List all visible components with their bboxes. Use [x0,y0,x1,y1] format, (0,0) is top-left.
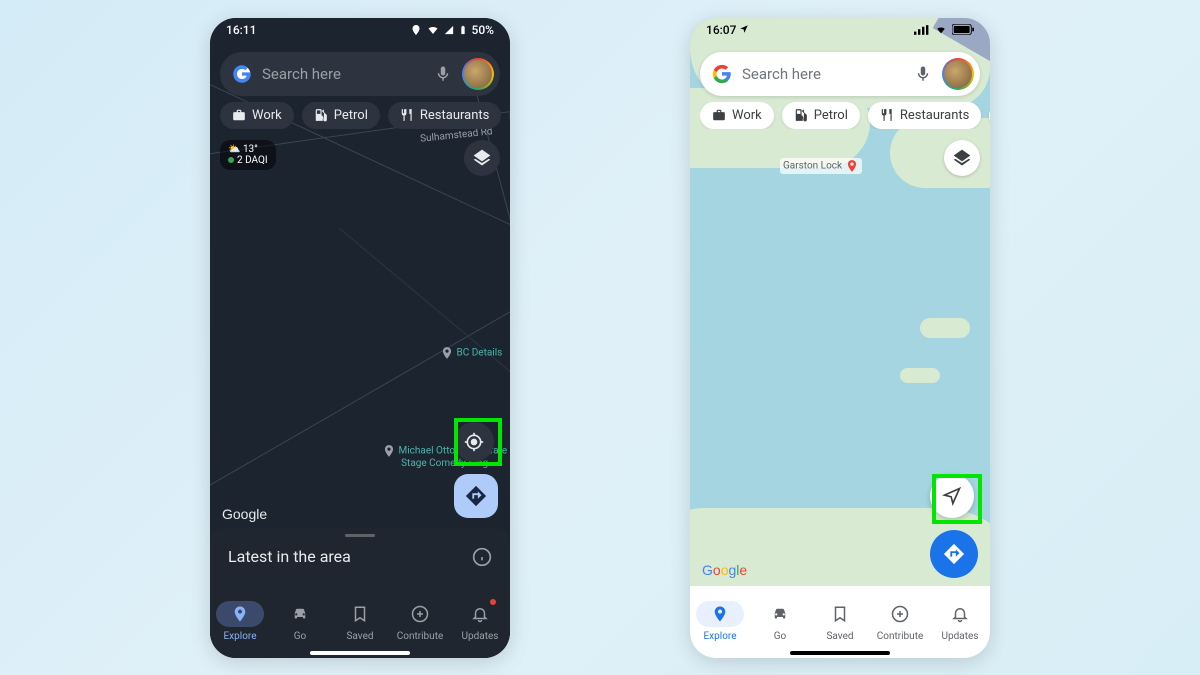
home-indicator[interactable] [790,651,890,655]
location-icon [410,24,422,36]
google-attribution: Google [222,506,267,522]
nav-go[interactable]: Go [756,601,804,642]
nav-explore[interactable]: Explore [216,601,264,642]
map-poi-label[interactable]: Garston Lock [780,158,862,174]
chip-groceries[interactable]: Groce [509,102,510,129]
restaurant-icon [880,108,894,122]
bell-icon [471,605,489,623]
nav-updates[interactable]: Updates [456,601,504,642]
tutorial-highlight [932,474,982,524]
drag-handle[interactable] [345,534,375,537]
chip-groceries[interactable]: Groce [989,102,990,129]
car-icon [291,605,309,623]
profile-avatar[interactable] [462,58,494,90]
category-chips: Work Petrol Restaurants Groce [220,102,510,129]
google-logo-icon [712,64,732,84]
search-bar[interactable]: Search here [700,52,980,96]
layers-button[interactable] [464,140,500,176]
bottom-nav: Explore Go Saved Contribute Updates [210,586,510,658]
fuel-icon [314,108,328,122]
briefcase-icon [232,108,246,122]
nav-explore[interactable]: Explore [696,601,744,642]
battery-icon [952,24,974,35]
directions-icon [943,543,965,565]
directions-button[interactable] [454,474,498,518]
nav-saved[interactable]: Saved [336,601,384,642]
nav-saved[interactable]: Saved [816,601,864,642]
nav-contribute[interactable]: Contribute [396,601,444,642]
info-icon[interactable] [472,547,492,567]
map-poi-label[interactable]: BC Details [440,346,502,360]
nav-contribute[interactable]: Contribute [876,601,924,642]
weather-widget[interactable]: ⛅ 13° 2 DAQI [220,140,276,170]
status-time: 16:07 [706,23,749,37]
nav-updates[interactable]: Updates [936,601,984,642]
tutorial-highlight [454,418,502,466]
wifi-icon [426,24,440,36]
chip-work[interactable]: Work [700,102,774,129]
phone-android-dark: Sulhamstead Rd BC Details Michael Otton … [210,18,510,658]
nav-go[interactable]: Go [276,601,324,642]
wifi-icon [934,25,948,35]
status-bar: 16:11 50% [210,18,510,42]
directions-icon [465,485,487,507]
pin-icon [711,605,729,623]
chip-work[interactable]: Work [220,102,294,129]
status-icons [914,24,974,35]
bookmark-icon [351,605,369,623]
status-time: 16:11 [226,23,256,37]
car-icon [771,605,789,623]
chip-restaurants[interactable]: Restaurants [868,102,981,129]
search-placeholder: Search here [742,65,904,83]
chip-petrol[interactable]: Petrol [782,102,860,129]
chip-restaurants[interactable]: Restaurants [388,102,501,129]
status-icons: 50% [410,23,494,37]
pin-icon [231,605,249,623]
mic-icon[interactable] [914,65,932,83]
bookmark-icon [831,605,849,623]
signal-icon [444,24,454,36]
bell-icon [951,605,969,623]
status-bar: 16:07 [690,18,990,42]
phone-ios-light: Garston Lock 16:07 Search here Work Petr… [690,18,990,658]
plus-circle-icon [411,605,429,623]
fuel-icon [794,108,808,122]
category-chips: Work Petrol Restaurants Groce [700,102,990,129]
restaurant-icon [400,108,414,122]
layers-icon [952,148,972,168]
home-indicator[interactable] [310,651,410,655]
search-placeholder: Search here [262,65,424,83]
chip-petrol[interactable]: Petrol [302,102,380,129]
search-bar[interactable]: Search here [220,52,500,96]
latest-panel[interactable]: Latest in the area [210,528,510,586]
profile-avatar[interactable] [942,58,974,90]
briefcase-icon [712,108,726,122]
layers-button[interactable] [944,140,980,176]
signal-icon [914,25,930,35]
layers-icon [472,148,492,168]
battery-icon [458,24,468,36]
google-attribution: Google [702,562,747,578]
mic-icon[interactable] [434,65,452,83]
location-arrow-icon [739,24,749,34]
google-logo-icon [232,64,252,84]
latest-title: Latest in the area [228,547,351,566]
bottom-nav: Explore Go Saved Contribute Updates [690,586,990,658]
plus-circle-icon [891,605,909,623]
directions-button[interactable] [930,530,978,578]
